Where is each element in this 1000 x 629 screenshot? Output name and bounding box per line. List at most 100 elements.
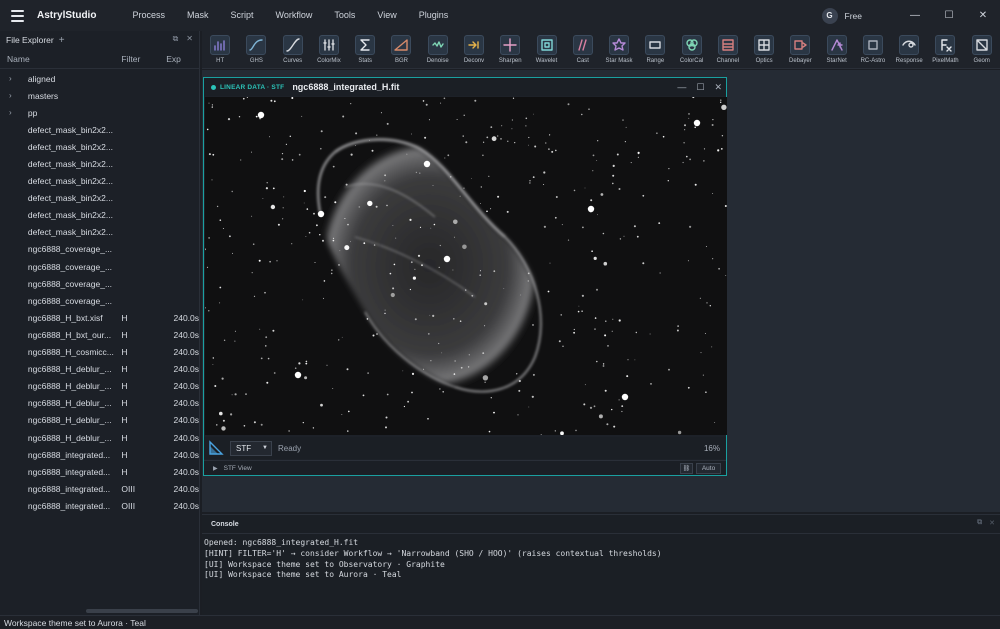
tool-range[interactable]: Range: [637, 31, 673, 69]
tool-cast[interactable]: Cast: [565, 31, 601, 69]
console-output[interactable]: Opened: ngc6888_integrated_H.fit [HINT] …: [202, 534, 1000, 581]
menu-process[interactable]: Process: [121, 0, 176, 31]
column-exp[interactable]: Exp: [162, 54, 199, 64]
tool-label: Curves: [283, 58, 303, 64]
add-folder-icon[interactable]: +: [59, 35, 65, 46]
file-row[interactable]: ngc6888_integrated... H 240.0s: [0, 446, 199, 463]
rc-astro-icon: [862, 35, 883, 55]
tool-pixelmath[interactable]: PixelMath: [927, 31, 963, 69]
file-row[interactable]: defect_mask_bin2x2...: [0, 224, 199, 241]
file-row[interactable]: ngc6888_integrated... H 240.0s: [0, 463, 199, 480]
menu-view[interactable]: View: [366, 0, 407, 31]
link-icon[interactable]: ⛓: [680, 463, 693, 474]
tool-optics[interactable]: Optics: [746, 31, 782, 69]
folder-row[interactable]: › pp: [0, 104, 199, 121]
chevron-right-icon[interactable]: ›: [0, 74, 28, 83]
tool-debayer[interactable]: Debayer: [782, 31, 818, 69]
tool-sharpen[interactable]: Sharpen: [492, 31, 528, 69]
menu-plugins[interactable]: Plugins: [408, 0, 460, 31]
tool-denoise[interactable]: Denoise: [420, 31, 456, 69]
image-canvas[interactable]: [205, 97, 727, 435]
console-line: [HINT] FILTER='H' → consider Workflow → …: [204, 548, 662, 558]
menu-workflow[interactable]: Workflow: [265, 0, 324, 31]
tool-wavelet[interactable]: Wavelet: [528, 31, 564, 69]
image-maximize-icon[interactable]: ☐: [696, 82, 704, 93]
stf-triangle-icon[interactable]: [208, 440, 224, 456]
file-row[interactable]: ngc6888_H_cosmicc... H 240.0s: [0, 344, 199, 361]
tool-star-mask[interactable]: Star Mask: [601, 31, 637, 69]
minimize-button[interactable]: —: [898, 0, 932, 31]
tool-colormix[interactable]: ColorMix: [311, 31, 347, 69]
tool-ghs[interactable]: GHS: [238, 31, 274, 69]
stf-select[interactable]: STF ▼: [230, 440, 272, 456]
tool-deconv[interactable]: Deconv: [456, 31, 492, 69]
file-row[interactable]: ngc6888_integrated... OIII 240.0s: [0, 480, 199, 497]
column-filter[interactable]: Filter: [117, 54, 162, 64]
image-window[interactable]: LINEAR DATA · STF ngc6888_integrated_H.f…: [203, 77, 727, 476]
tool-channel[interactable]: Channel: [710, 31, 746, 69]
file-exposure: 240.0s: [173, 381, 200, 392]
menu-script[interactable]: Script: [219, 0, 264, 31]
stf-view-label[interactable]: STF View: [224, 465, 252, 472]
maximize-button[interactable]: ☐: [932, 0, 966, 31]
chevron-right-icon[interactable]: ›: [0, 91, 28, 100]
tool-rc-astro[interactable]: RC-Astro: [855, 31, 891, 69]
stf-select-value: STF: [236, 443, 252, 453]
tool-response[interactable]: Response: [891, 31, 927, 69]
console-undock-icon[interactable]: ⧉: [977, 519, 982, 527]
file-row[interactable]: ngc6888_H_deblur_... H 240.0s: [0, 378, 199, 395]
column-name[interactable]: Name: [0, 54, 117, 64]
tool-label: GHS: [249, 58, 263, 64]
menu-tools[interactable]: Tools: [323, 0, 366, 31]
menu-mask[interactable]: Mask: [176, 0, 220, 31]
zoom-level[interactable]: 16%: [704, 444, 720, 453]
tool-geom[interactable]: Geom: [964, 31, 1000, 69]
file-row[interactable]: defect_mask_bin2x2...: [0, 190, 199, 207]
tool-ht[interactable]: HT: [202, 31, 238, 69]
stf-view-chevron-icon[interactable]: ▶: [213, 465, 218, 472]
file-row[interactable]: ngc6888_H_deblur_... H 240.0s: [0, 412, 199, 429]
console-line: Opened: ngc6888_integrated_H.fit: [204, 538, 359, 547]
file-name: defect_mask_bin2x2...: [27, 193, 113, 204]
image-window-titlebar[interactable]: LINEAR DATA · STF ngc6888_integrated_H.f…: [204, 78, 726, 96]
tool-starnet[interactable]: StarNet: [819, 31, 855, 69]
console-close-icon[interactable]: ✕: [989, 519, 995, 527]
tool-stats[interactable]: Stats: [347, 31, 383, 69]
auto-stf-button[interactable]: Auto: [696, 463, 721, 474]
file-name: ngc6888_H_deblur_...: [27, 432, 112, 443]
file-row[interactable]: ngc6888_integrated... OIII 240.0s: [0, 497, 199, 514]
file-row[interactable]: ngc6888_H_deblur_... H 240.0s: [0, 395, 199, 412]
file-row[interactable]: ngc6888_H_deblur_... H 240.0s: [0, 361, 199, 378]
file-row[interactable]: ngc6888_coverage_...: [0, 258, 199, 275]
file-row[interactable]: ngc6888_coverage_...: [0, 292, 199, 309]
sigma-icon: [355, 35, 376, 55]
user-avatar[interactable]: G: [821, 7, 838, 24]
file-exposure: 240.0s: [173, 483, 200, 494]
horizontal-scrollbar[interactable]: [86, 609, 198, 613]
image-close-icon[interactable]: ✕: [714, 82, 722, 93]
folder-row[interactable]: › aligned: [0, 70, 199, 87]
close-button[interactable]: ✕: [966, 0, 1000, 31]
file-row[interactable]: defect_mask_bin2x2...: [0, 138, 199, 155]
tool-colorcal[interactable]: ColorCal: [673, 31, 709, 69]
file-row[interactable]: defect_mask_bin2x2...: [0, 121, 199, 138]
file-row[interactable]: defect_mask_bin2x2...: [0, 173, 199, 190]
undock-icon[interactable]: ⧉: [173, 34, 179, 44]
tool-bgr[interactable]: BGR: [383, 31, 419, 69]
curves-icon: [282, 35, 303, 55]
file-row[interactable]: ngc6888_H_deblur_... H 240.0s: [0, 429, 199, 446]
tool-curves[interactable]: Curves: [275, 31, 311, 69]
file-row[interactable]: ngc6888_coverage_...: [0, 241, 199, 258]
folder-row[interactable]: › masters: [0, 87, 199, 104]
panel-close-icon[interactable]: ✕: [186, 34, 193, 44]
file-row[interactable]: defect_mask_bin2x2...: [0, 207, 199, 224]
file-row[interactable]: ngc6888_coverage_...: [0, 275, 199, 292]
file-exposure: 240.0s: [173, 415, 200, 426]
file-row[interactable]: ngc6888_H_bxt.xisf H 240.0s: [0, 309, 199, 326]
file-row[interactable]: ngc6888_H_bxt_our... H 240.0s: [0, 326, 199, 343]
chevron-right-icon[interactable]: ›: [0, 108, 28, 117]
hamburger-menu-icon[interactable]: [0, 0, 34, 31]
tool-label: Deconv: [463, 58, 485, 64]
file-row[interactable]: defect_mask_bin2x2...: [0, 155, 199, 172]
image-minimize-icon[interactable]: —: [677, 82, 686, 92]
